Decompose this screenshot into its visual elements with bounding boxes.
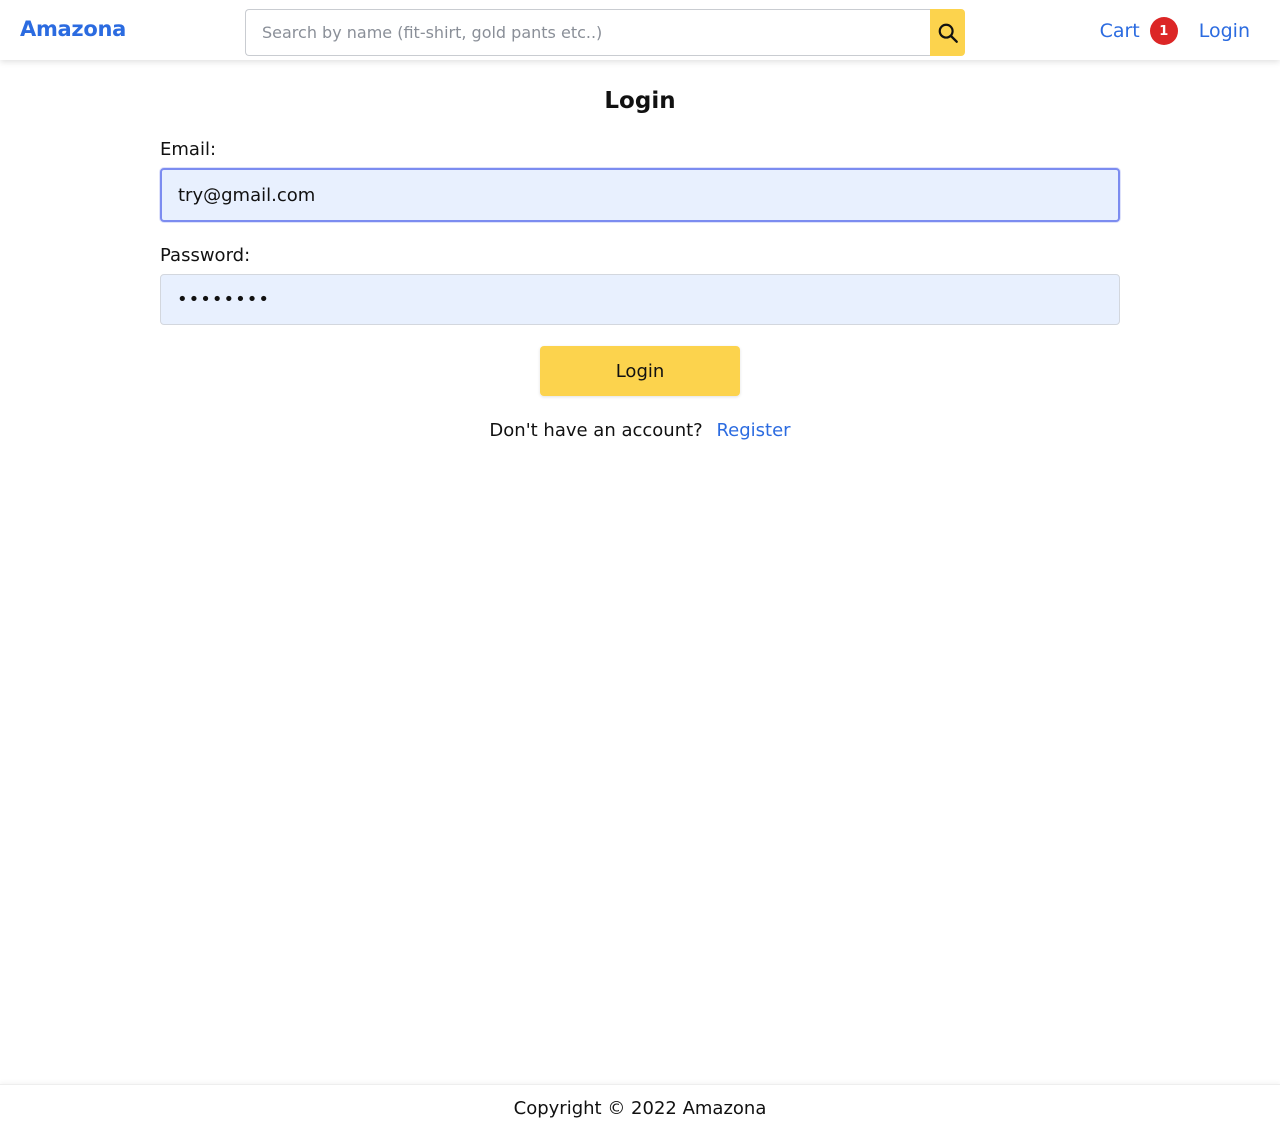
- brand-logo-link[interactable]: Amazona: [20, 17, 126, 41]
- email-field[interactable]: [160, 168, 1120, 222]
- search-icon: [938, 23, 958, 43]
- page-title: Login: [604, 88, 676, 114]
- login-container: Login Email: Password: Login Don't have …: [160, 60, 1120, 441]
- register-link[interactable]: Register: [716, 420, 790, 441]
- cart-count-badge: 1: [1149, 17, 1178, 45]
- top-nav-bar: Amazona Cart 1 Login: [0, 0, 1280, 60]
- email-label: Email:: [160, 139, 217, 160]
- password-label: Password:: [160, 245, 251, 266]
- search-bar: [245, 9, 965, 56]
- register-prompt-text: Don't have an account?: [489, 420, 703, 441]
- copyright-text: Copyright © 2022 Amazona: [513, 1097, 767, 1119]
- cart-link[interactable]: Cart: [1100, 20, 1140, 42]
- register-prompt-row: Don't have an account? Register: [160, 420, 1120, 441]
- nav-links: Cart 1 Login: [1100, 17, 1250, 45]
- login-link[interactable]: Login: [1199, 20, 1250, 42]
- search-button[interactable]: [930, 9, 965, 56]
- password-field[interactable]: [160, 274, 1120, 325]
- search-input[interactable]: [245, 9, 930, 56]
- login-submit-button[interactable]: Login: [540, 346, 740, 396]
- footer: Copyright © 2022 Amazona: [0, 1084, 1280, 1131]
